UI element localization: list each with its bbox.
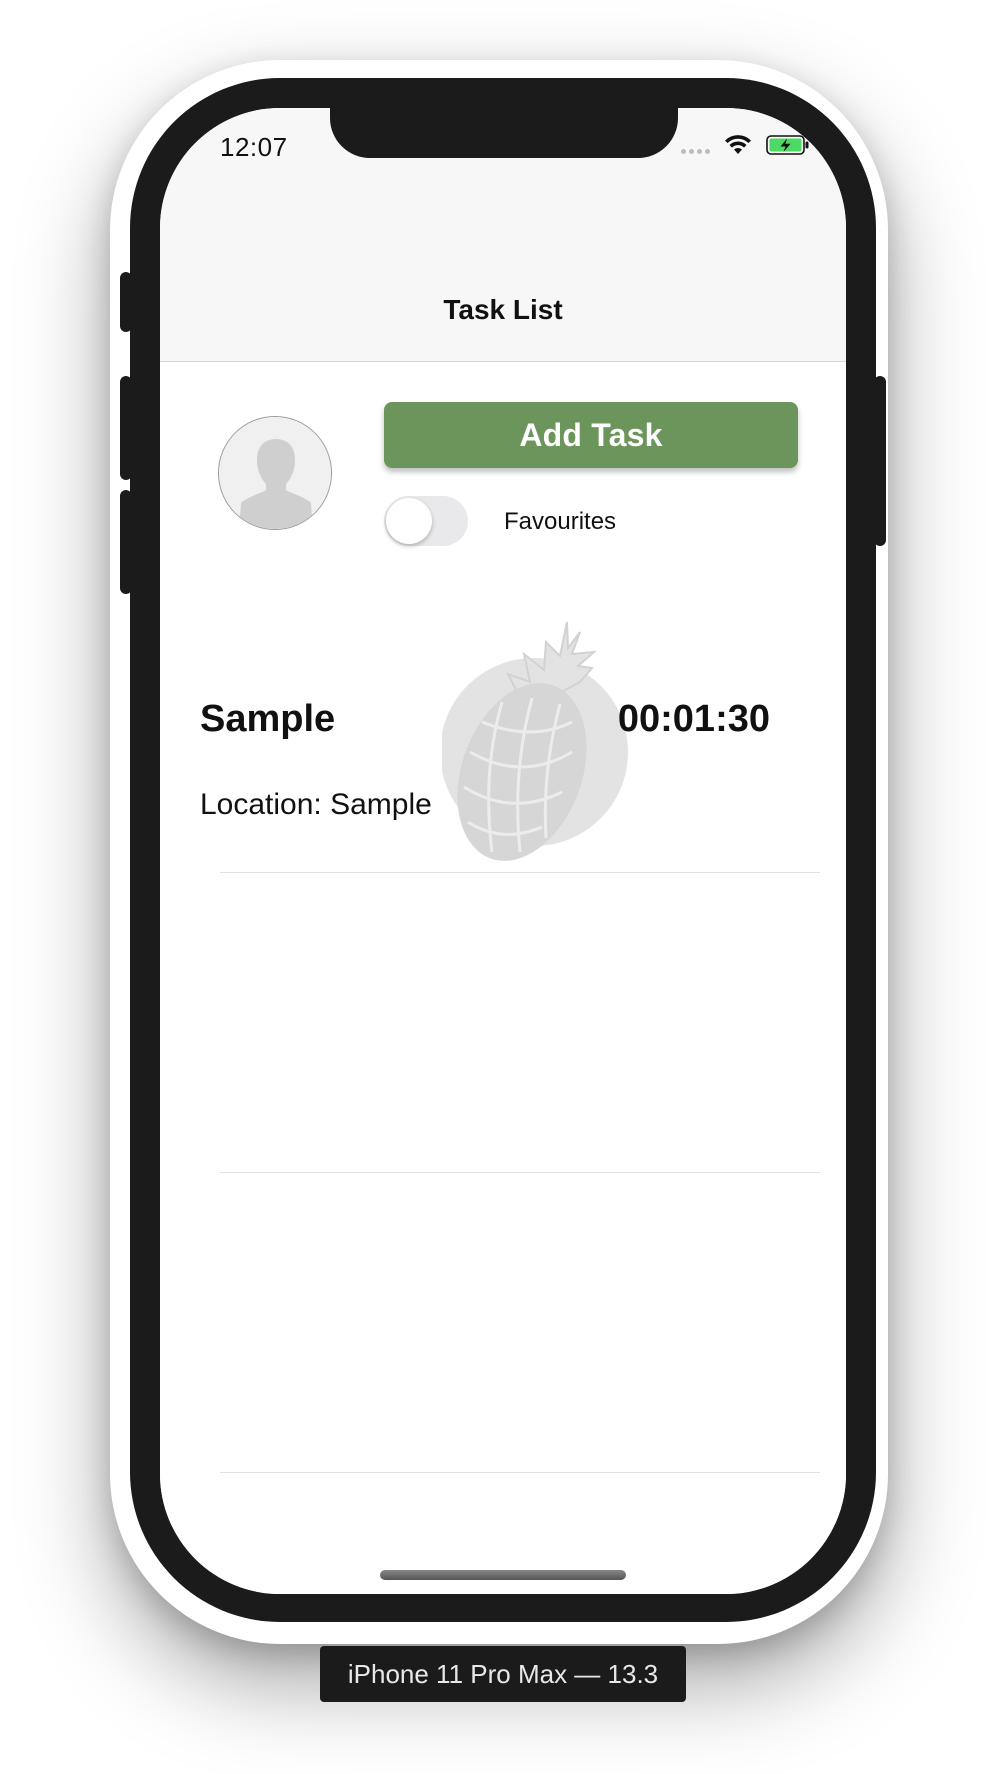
task-location: Location: Sample — [200, 788, 432, 821]
navigation-bar: Task List — [160, 198, 846, 362]
row-separator — [220, 1472, 820, 1473]
device-volume-up — [120, 376, 132, 480]
page-title: Task List — [443, 294, 563, 325]
cellular-signal-icon — [681, 136, 710, 154]
device-label: iPhone 11 Pro Max — 13.3 — [320, 1646, 686, 1702]
battery-charging-icon — [766, 135, 809, 155]
pineapple-watermark-icon — [442, 621, 628, 861]
task-title: Sample — [200, 698, 336, 740]
status-time: 12:07 — [220, 132, 288, 162]
device-power-button — [874, 376, 886, 546]
notch — [330, 108, 678, 158]
task-timer: 00:01:30 — [617, 698, 770, 740]
table-row-empty — [160, 873, 846, 1173]
status-icons — [681, 134, 810, 156]
table-row[interactable]: Sample 00:01:30 Location: Sample — [160, 362, 846, 872]
device-volume-down — [120, 490, 132, 594]
device-mute-switch — [120, 272, 132, 332]
screen: 12:07 Task List Add Task Favourites Samp… — [160, 108, 846, 1594]
table-row-empty — [160, 1173, 846, 1473]
wifi-icon — [725, 135, 751, 154]
task-list-content: Add Task Favourites Sample 00:01:30 Loca… — [160, 362, 846, 1594]
home-indicator[interactable] — [380, 1570, 626, 1580]
